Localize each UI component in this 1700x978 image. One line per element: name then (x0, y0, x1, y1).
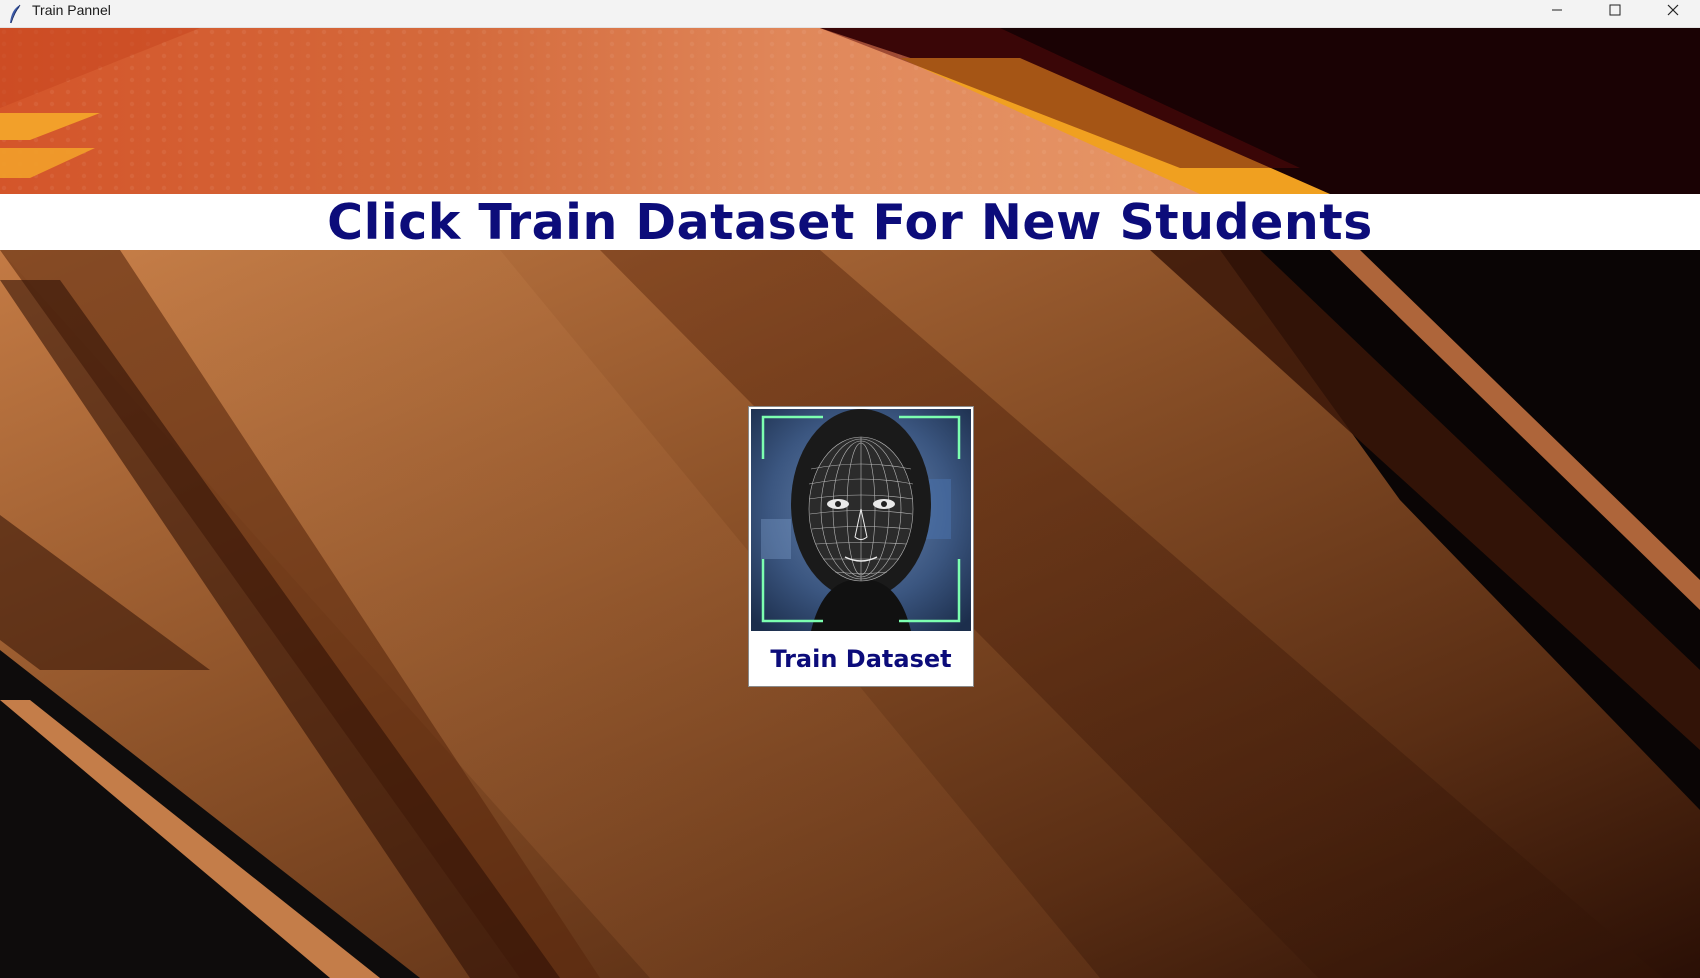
feather-icon (10, 4, 21, 24)
window-title: Train Pannel (32, 2, 111, 18)
header-background-image (0, 28, 1700, 194)
train-dataset-label: Train Dataset (770, 645, 952, 673)
close-icon (1667, 4, 1679, 16)
minimize-icon (1552, 9, 1562, 11)
face-mesh-scan-image (751, 409, 971, 631)
close-button[interactable] (1644, 0, 1700, 20)
app-window: Train Pannel Click Train Dataset For New… (0, 0, 1700, 978)
title-bar: Train Pannel (0, 0, 1700, 28)
instruction-banner: Click Train Dataset For New Students (0, 193, 1700, 251)
train-dataset-button[interactable]: Train Dataset (748, 406, 974, 687)
banner-title: Click Train Dataset For New Students (327, 193, 1373, 251)
minimize-button[interactable] (1528, 0, 1586, 20)
maximize-button[interactable] (1586, 0, 1644, 20)
maximize-icon (1609, 4, 1621, 16)
